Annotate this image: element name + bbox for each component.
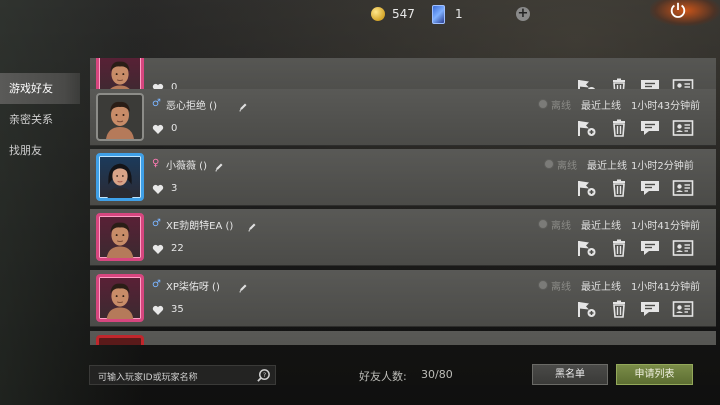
status-text: 离线 [551,282,571,293]
intimacy-count: 3 [171,183,178,194]
offline-status-icon [538,280,548,290]
friend-name: 小薇薇 () [166,161,207,172]
tab-intimate-relations[interactable]: 亲密关系 [0,104,80,135]
avatar[interactable] [96,153,144,201]
add-friend-flag-icon[interactable] [575,300,597,318]
friend-row-partial[interactable] [90,331,716,345]
intimacy-count: 35 [171,304,184,315]
friend-row[interactable]: ♂ XP柒佑呀 () 35 离线 最近上线 1小时41分钟前 [90,270,716,327]
friend-count-value: 30/80 [421,368,453,381]
male-icon: ♂ [152,218,161,229]
profile-card-icon[interactable] [672,119,694,137]
avatar[interactable] [96,93,144,141]
last-online-label: 最近上线 [581,101,621,112]
left-tab-bar: 游戏好友 亲密关系 找朋友 [0,73,80,166]
card-icon [432,5,445,24]
profile-card-icon[interactable] [672,239,694,257]
edit-pencil-icon[interactable] [214,157,224,172]
heart-icon [152,305,164,315]
player-portrait-icon [106,101,134,139]
status-text: 离线 [557,161,577,172]
friend-name: XP柒佑呀 () [166,282,220,293]
female-icon: ♀ [152,158,160,169]
heart-icon [152,124,164,134]
last-online-label: 最近上线 [581,221,621,232]
delete-friend-icon[interactable] [608,239,630,257]
top-bar: 547 1 + [0,0,720,30]
coin-count: 547 [392,7,415,21]
profile-card-icon[interactable] [672,300,694,318]
intimacy-count: 0 [171,123,178,134]
card-count: 1 [455,7,463,21]
heart-icon [152,244,164,254]
male-icon: ♂ [152,279,161,290]
status-text: 离线 [551,221,571,232]
offline-status-icon [538,219,548,229]
last-online-time: 1小时41分钟前 [631,282,701,293]
avatar[interactable] [96,213,144,261]
edit-pencil-icon [215,163,223,172]
last-online-label: 最近上线 [587,161,627,172]
friend-count-label: 好友人数: [359,370,407,383]
male-icon: ♂ [152,98,161,109]
apply-list-button[interactable]: 申请列表 [616,364,693,385]
blacklist-button[interactable]: 黑名单 [532,364,608,385]
add-friend-flag-icon[interactable] [575,119,597,137]
edit-pencil-icon[interactable] [238,97,248,112]
power-icon[interactable] [669,1,687,19]
chat-icon[interactable] [639,300,661,318]
add-friend-flag-icon[interactable] [575,239,597,257]
friend-row[interactable]: ♂ XE勃朗特EA () 22 离线 最近上线 1小时41分钟前 [90,209,716,266]
delete-friend-icon[interactable] [608,119,630,137]
chat-icon[interactable] [639,239,661,257]
heart-icon [152,184,164,194]
edit-pencil-icon [239,103,247,112]
edit-pencil-icon [248,223,256,232]
profile-card-icon[interactable] [672,179,694,197]
search-input[interactable]: 可输入玩家ID或玩家名称 ? [89,365,276,385]
friend-row[interactable]: ♂ 恶心拒绝 () 0 离线 最近上线 1小时43分钟前 [90,89,716,146]
offline-status-icon [538,99,548,109]
last-online-time: 1小时41分钟前 [631,221,701,232]
last-online-label: 最近上线 [581,282,621,293]
friend-name: 恶心拒绝 () [166,101,217,112]
status-text: 离线 [551,101,571,112]
tab-find-friends[interactable]: 找朋友 [0,135,80,166]
last-online-time: 1小时43分钟前 [631,101,701,112]
player-portrait-icon [106,222,134,258]
edit-pencil-icon [239,284,247,293]
chat-icon[interactable] [639,179,661,197]
avatar[interactable] [96,274,144,322]
edit-pencil-icon[interactable] [247,217,257,232]
svg-text:?: ? [263,371,267,379]
gold-coin-icon [371,7,385,21]
edit-pencil-icon[interactable] [238,278,248,293]
delete-friend-icon[interactable] [608,179,630,197]
tab-game-friends[interactable]: 游戏好友 [0,73,80,104]
search-placeholder: 可输入玩家ID或玩家名称 [98,373,198,383]
intimacy-count: 22 [171,243,184,254]
delete-friend-icon[interactable] [608,300,630,318]
player-portrait-icon [107,163,133,198]
player-portrait-icon [106,283,134,319]
search-icon[interactable]: ? [256,368,271,383]
plus-icon[interactable]: + [516,7,530,21]
last-online-time: 1小时2分钟前 [631,161,694,172]
friend-list[interactable]: 0 ♂ 恶心拒绝 () 0 离线 最近上线 1小时43分钟前 ♀ 小薇薇 () 3 离线 最近上线… [90,58,716,345]
chat-icon[interactable] [639,119,661,137]
avatar[interactable] [96,335,144,345]
offline-status-icon [544,159,554,169]
friend-row[interactable]: ♀ 小薇薇 () 3 离线 最近上线 1小时2分钟前 [90,149,716,206]
add-friend-flag-icon[interactable] [575,179,597,197]
friend-name: XE勃朗特EA () [166,221,234,232]
